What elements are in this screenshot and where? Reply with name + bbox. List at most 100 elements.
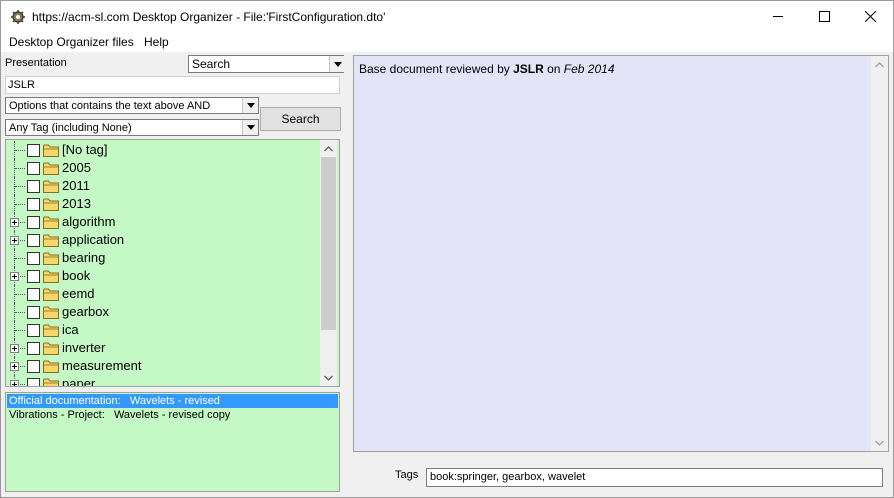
tree-item[interactable]: measurement xyxy=(6,357,316,375)
expand-plus-icon[interactable] xyxy=(10,236,19,245)
tree-item-label: ica xyxy=(62,322,79,337)
scroll-down-arrow-icon[interactable] xyxy=(320,369,337,386)
folder-icon xyxy=(43,324,59,337)
tree-item[interactable]: inverter xyxy=(6,339,316,357)
expand-plus-icon[interactable] xyxy=(10,380,19,386)
minimize-button[interactable] xyxy=(755,1,801,32)
tree-item-checkbox[interactable] xyxy=(27,324,40,337)
tree-item-label: [No tag] xyxy=(62,142,108,157)
tag-select[interactable]: Any Tag (including None) xyxy=(5,119,259,136)
tag-tree[interactable]: [No tag] 2005 2011 2013 algorithm application… xyxy=(5,139,340,387)
chevron-down-icon[interactable] xyxy=(242,98,258,113)
tree-item-checkbox[interactable] xyxy=(27,306,40,319)
tree-item[interactable]: application xyxy=(6,231,316,249)
tree-item-label: application xyxy=(62,232,125,247)
tree-item-checkbox[interactable] xyxy=(27,144,40,157)
close-button[interactable] xyxy=(847,1,893,32)
tree-item-label: measurement xyxy=(62,358,142,373)
scroll-up-arrow-icon[interactable] xyxy=(871,56,888,73)
tree-item-label: inverter xyxy=(62,340,106,355)
tree-item[interactable]: 2011 xyxy=(6,177,316,195)
expand-plus-icon[interactable] xyxy=(10,272,19,281)
tree-item[interactable]: algorithm xyxy=(6,213,316,231)
tree-item[interactable]: [No tag] xyxy=(6,141,316,159)
folder-icon xyxy=(43,198,59,211)
folder-icon xyxy=(43,180,59,193)
search-button[interactable]: Search xyxy=(260,107,341,131)
folder-icon xyxy=(43,288,59,301)
tree-item-checkbox[interactable] xyxy=(27,360,40,373)
menu-desktop-organizer-files[interactable]: Desktop Organizer files xyxy=(9,35,134,49)
tree-item-checkbox[interactable] xyxy=(27,198,40,211)
document-content-text: Base document reviewed by JSLR on Feb 20… xyxy=(359,62,615,76)
maximize-button[interactable] xyxy=(801,1,847,32)
folder-icon xyxy=(43,270,59,283)
expand-plus-icon[interactable] xyxy=(10,362,19,371)
tree-item[interactable]: 2013 xyxy=(6,195,316,213)
window-title: https://acm-sl.com Desktop Organizer - F… xyxy=(32,10,386,24)
tags-label: Tags xyxy=(395,469,419,481)
tree-item-checkbox[interactable] xyxy=(27,234,40,247)
expand-plus-icon[interactable] xyxy=(10,218,19,227)
tree-item-checkbox[interactable] xyxy=(27,288,40,301)
tree-item-label: 2013 xyxy=(62,196,91,211)
tree-item-checkbox[interactable] xyxy=(27,252,40,265)
expand-plus-icon[interactable] xyxy=(10,344,19,353)
scroll-up-arrow-icon[interactable] xyxy=(320,140,337,157)
tree-item-label: book xyxy=(62,268,91,283)
panel-splitter[interactable] xyxy=(344,52,349,497)
scroll-down-arrow-icon[interactable] xyxy=(871,434,888,451)
folder-icon xyxy=(43,342,59,355)
tree-item[interactable]: paper xyxy=(6,375,316,387)
folder-icon xyxy=(43,360,59,373)
menu-help[interactable]: Help xyxy=(144,35,169,49)
tree-scrollbar[interactable] xyxy=(320,140,337,386)
close-icon xyxy=(864,11,876,22)
tree-item-label: eemd xyxy=(62,286,95,301)
document-content-panel[interactable]: Base document reviewed by JSLR on Feb 20… xyxy=(353,55,889,452)
tree-item[interactable]: ica xyxy=(6,321,316,339)
folder-icon xyxy=(43,216,59,229)
app-window: https://acm-sl.com Desktop Organizer - F… xyxy=(0,0,894,498)
tree-item-checkbox[interactable] xyxy=(27,378,40,386)
folder-icon xyxy=(43,162,59,175)
presentation-label: Presentation xyxy=(5,57,67,69)
tree-line xyxy=(15,330,25,331)
tree-item-checkbox[interactable] xyxy=(27,216,40,229)
tree-line xyxy=(15,258,25,259)
folder-icon xyxy=(43,378,59,386)
tree-item-checkbox[interactable] xyxy=(27,180,40,193)
search-text-input[interactable]: JSLR xyxy=(5,76,340,94)
tree-item-label: bearing xyxy=(62,250,106,265)
tree-item-label: gearbox xyxy=(62,304,109,319)
tags-input[interactable]: book:springer, gearbox, wavelet xyxy=(426,468,883,487)
document-row[interactable]: Official documentation: Wavelets - revis… xyxy=(7,394,338,408)
folder-icon xyxy=(43,252,59,265)
tree-item-label: paper xyxy=(62,376,96,387)
tree-item[interactable]: book xyxy=(6,267,316,285)
tag-select-value: Any Tag (including None) xyxy=(9,122,132,134)
tree-item[interactable]: bearing xyxy=(6,249,316,267)
content-scrollbar[interactable] xyxy=(871,56,888,451)
tree-scroll-thumb[interactable] xyxy=(321,157,336,330)
tree-item[interactable]: 2005 xyxy=(6,159,316,177)
tree-item-checkbox[interactable] xyxy=(27,270,40,283)
tree-item[interactable]: gearbox xyxy=(6,303,316,321)
menu-bar: Desktop Organizer files Help xyxy=(1,32,893,52)
folder-icon xyxy=(43,144,59,157)
tree-line xyxy=(15,150,25,151)
options-select-value: Options that contains the text above AND xyxy=(9,100,211,112)
chevron-down-icon[interactable] xyxy=(242,120,258,135)
tree-item-checkbox[interactable] xyxy=(27,162,40,175)
mode-select[interactable]: Search xyxy=(188,55,346,73)
tree-item-checkbox[interactable] xyxy=(27,342,40,355)
tree-item-label: 2005 xyxy=(62,160,91,175)
tree-line xyxy=(15,204,25,205)
document-list[interactable]: Official documentation: Wavelets - revis… xyxy=(5,392,340,492)
tree-item[interactable]: eemd xyxy=(6,285,316,303)
minimize-icon xyxy=(772,16,783,17)
maximize-icon xyxy=(818,11,830,22)
options-select[interactable]: Options that contains the text above AND xyxy=(5,97,259,114)
chevron-down-icon[interactable] xyxy=(329,56,345,72)
document-row[interactable]: Vibrations - Project: Wavelets - revised… xyxy=(7,408,338,422)
